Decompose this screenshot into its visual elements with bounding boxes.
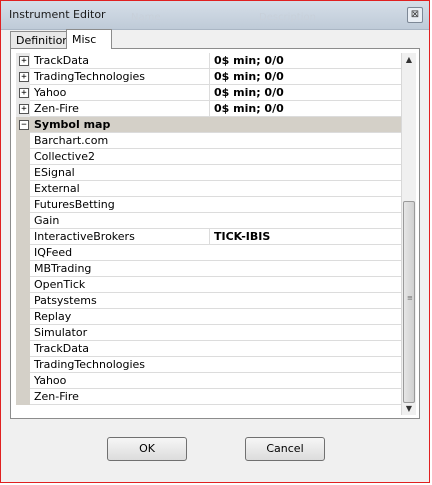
category-symbol-map[interactable]: − Symbol map xyxy=(16,117,404,133)
symbol-row[interactable]: InteractiveBrokers TICK-IBIS xyxy=(16,229,404,245)
symbol-row[interactable]: Simulator xyxy=(16,325,404,341)
property-value[interactable]: 0$ min; 0/0 xyxy=(209,85,404,100)
row-gutter xyxy=(16,133,30,149)
category-label: Symbol map xyxy=(34,118,111,131)
row-gutter xyxy=(16,389,30,405)
property-value[interactable]: 0$ min; 0/0 xyxy=(209,69,404,84)
row-gutter: + xyxy=(16,85,30,101)
expand-icon[interactable]: + xyxy=(19,72,29,82)
property-name: Zen-Fire xyxy=(34,390,79,403)
property-grid: + TrackData 0$ min; 0/0 + TradingTechnol… xyxy=(16,53,404,415)
row-gutter: + xyxy=(16,69,30,85)
symbol-row[interactable]: IQFeed xyxy=(16,245,404,261)
symbol-row[interactable]: FuturesBetting xyxy=(16,197,404,213)
symbol-row[interactable]: OpenTick xyxy=(16,277,404,293)
property-name: InteractiveBrokers xyxy=(34,230,135,243)
property-name: TrackData xyxy=(34,54,90,67)
property-name: Zen-Fire xyxy=(34,102,79,115)
symbol-row[interactable]: External xyxy=(16,181,404,197)
vertical-scrollbar[interactable]: ▲ ≡ ▼ xyxy=(401,53,416,415)
row-gutter xyxy=(16,357,30,373)
scroll-down-icon[interactable]: ▼ xyxy=(404,404,414,413)
property-name: Yahoo xyxy=(34,374,67,387)
tab-misc[interactable]: Misc xyxy=(66,29,112,49)
expand-icon[interactable]: + xyxy=(19,56,29,66)
grid-row[interactable]: + Zen-Fire 0$ min; 0/0 xyxy=(16,101,404,117)
window-title: Instrument Editor xyxy=(9,8,106,21)
grid-row[interactable]: + Yahoo 0$ min; 0/0 xyxy=(16,85,404,101)
ok-button[interactable]: OK xyxy=(107,437,187,461)
row-gutter xyxy=(16,373,30,389)
property-name: Collective2 xyxy=(34,150,95,163)
row-gutter: − xyxy=(16,117,30,133)
misc-panel: + TrackData 0$ min; 0/0 + TradingTechnol… xyxy=(10,48,420,419)
row-gutter xyxy=(16,245,30,261)
property-value[interactable]: TICK-IBIS xyxy=(209,229,404,244)
instrument-editor-window: Instrument Editor Name Description ⊠ Def… xyxy=(0,0,430,483)
property-name: Patsystems xyxy=(34,294,97,307)
symbol-row[interactable]: Zen-Fire xyxy=(16,389,404,405)
scroll-thumb[interactable]: ≡ xyxy=(403,201,415,403)
symbol-row[interactable]: TradingTechnologies xyxy=(16,357,404,373)
title-bar[interactable]: Instrument Editor Name Description ⊠ xyxy=(1,1,429,30)
row-gutter xyxy=(16,325,30,341)
property-name: MBTrading xyxy=(34,262,92,275)
row-gutter: + xyxy=(16,101,30,117)
row-gutter xyxy=(16,181,30,197)
grid-row[interactable]: + TrackData 0$ min; 0/0 xyxy=(16,53,404,69)
row-gutter xyxy=(16,213,30,229)
property-name: ESignal xyxy=(34,166,75,179)
row-gutter xyxy=(16,341,30,357)
property-name: Barchart.com xyxy=(34,134,109,147)
expand-icon[interactable]: + xyxy=(19,104,29,114)
row-gutter xyxy=(16,261,30,277)
property-name: Yahoo xyxy=(34,86,67,99)
property-name: TrackData xyxy=(34,342,90,355)
row-gutter xyxy=(16,197,30,213)
scroll-up-icon[interactable]: ▲ xyxy=(404,55,414,64)
row-gutter xyxy=(16,293,30,309)
row-gutter xyxy=(16,149,30,165)
symbol-row[interactable]: ESignal xyxy=(16,165,404,181)
property-name: External xyxy=(34,182,80,195)
background-header-name: Name xyxy=(131,12,161,23)
property-name: TradingTechnologies xyxy=(34,70,146,83)
property-name: TradingTechnologies xyxy=(34,358,146,371)
symbol-row[interactable]: Replay xyxy=(16,309,404,325)
property-name: OpenTick xyxy=(34,278,86,291)
property-name: Simulator xyxy=(34,326,88,339)
row-gutter xyxy=(16,277,30,293)
property-value[interactable]: 0$ min; 0/0 xyxy=(209,101,404,116)
symbol-row[interactable]: Barchart.com xyxy=(16,133,404,149)
grip-icon: ≡ xyxy=(407,294,413,302)
symbol-row[interactable]: MBTrading xyxy=(16,261,404,277)
background-header-description: Description xyxy=(259,12,316,23)
property-value[interactable]: 0$ min; 0/0 xyxy=(209,53,404,68)
symbol-row[interactable]: Gain xyxy=(16,213,404,229)
expand-icon[interactable]: + xyxy=(19,88,29,98)
grid-row[interactable]: + TradingTechnologies 0$ min; 0/0 xyxy=(16,69,404,85)
symbol-row[interactable]: TrackData xyxy=(16,341,404,357)
property-name: Gain xyxy=(34,214,60,227)
symbol-row[interactable]: Collective2 xyxy=(16,149,404,165)
tab-definition[interactable]: Definition xyxy=(10,31,69,48)
property-name: IQFeed xyxy=(34,246,73,259)
symbol-row[interactable]: Patsystems xyxy=(16,293,404,309)
row-gutter xyxy=(16,165,30,181)
row-gutter xyxy=(16,309,30,325)
row-gutter: + xyxy=(16,53,30,69)
property-name: FuturesBetting xyxy=(34,198,115,211)
symbol-row[interactable]: Yahoo xyxy=(16,373,404,389)
collapse-icon[interactable]: − xyxy=(19,120,29,130)
close-icon[interactable]: ⊠ xyxy=(407,7,423,23)
property-name: Replay xyxy=(34,310,72,323)
row-gutter xyxy=(16,229,30,245)
cancel-button[interactable]: Cancel xyxy=(245,437,325,461)
